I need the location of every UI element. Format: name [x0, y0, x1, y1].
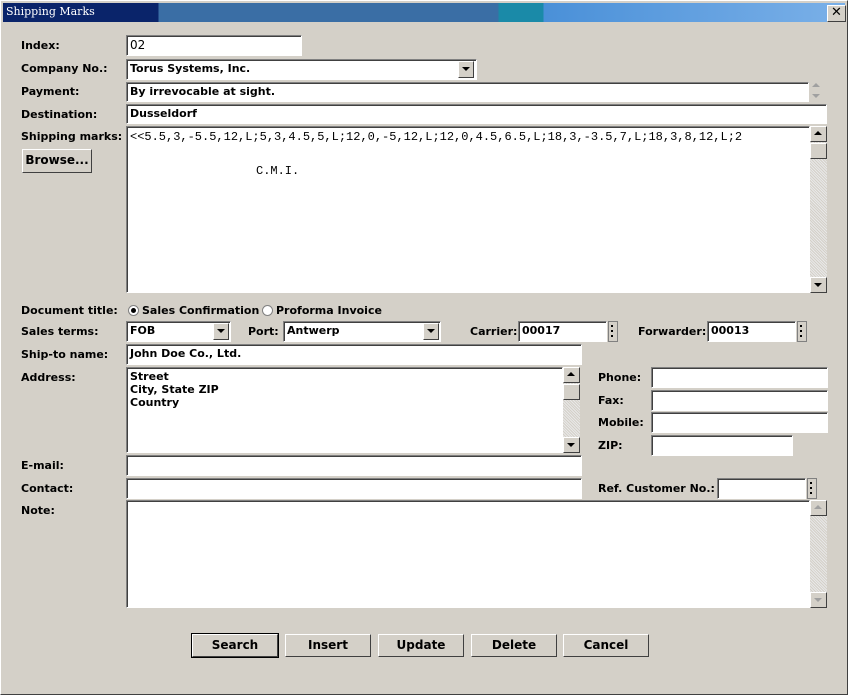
- scroll-up-icon: [814, 505, 822, 509]
- payment-scrollbar[interactable]: [809, 82, 826, 102]
- contact-label: Contact:: [21, 482, 74, 495]
- mobile-label: Mobile:: [598, 416, 644, 429]
- radio-selected-dot: [131, 308, 136, 313]
- sales-confirmation-radio[interactable]: [128, 305, 139, 316]
- ref-customer-no-label: Ref. Customer No.:: [598, 482, 715, 495]
- carrier-input[interactable]: 00017: [518, 321, 607, 342]
- port-select[interactable]: Antwerp: [283, 321, 441, 342]
- forwarder-label: Forwarder:: [638, 325, 707, 338]
- scroll-down-icon: [814, 283, 822, 287]
- index-label: Index:: [21, 39, 60, 52]
- spin-down-icon: [611, 335, 613, 337]
- close-button[interactable]: ✕: [827, 5, 846, 22]
- scroll-down-icon: [812, 94, 820, 98]
- sales-confirmation-label[interactable]: Sales Confirmation: [142, 304, 259, 317]
- port-dropdown-button[interactable]: [423, 323, 439, 340]
- carrier-spin-button[interactable]: [608, 321, 618, 342]
- ship-to-name-label: Ship-to name:: [21, 348, 109, 361]
- scroll-up-icon: [814, 131, 822, 135]
- email-label: E-mail:: [21, 459, 64, 472]
- address-line-3: Country: [130, 396, 180, 409]
- shipping-marks-label: Shipping marks:: [21, 130, 123, 143]
- ship-to-name-input[interactable]: John Doe Co., Ltd.: [126, 344, 582, 365]
- insert-button[interactable]: Insert: [285, 634, 371, 657]
- shipping-marks-scrollbar[interactable]: [810, 126, 827, 293]
- address-line-2: City, State ZIP: [130, 383, 219, 396]
- spin-down-icon: [800, 335, 802, 337]
- phone-label: Phone:: [598, 371, 642, 384]
- ref-customer-no-input[interactable]: [717, 478, 806, 499]
- update-button[interactable]: Update: [378, 634, 464, 657]
- window-title: Shipping Marks: [6, 5, 95, 18]
- cancel-button[interactable]: Cancel: [563, 634, 649, 657]
- document-title-label: Document title:: [21, 304, 118, 317]
- title-bar[interactable]: Shipping Marks ✕: [3, 3, 846, 22]
- note-textarea[interactable]: [126, 500, 810, 608]
- destination-input[interactable]: Dusseldorf: [126, 104, 827, 124]
- mobile-input[interactable]: [651, 412, 828, 433]
- address-scrollbar[interactable]: [563, 367, 580, 453]
- chevron-down-icon: [427, 329, 435, 333]
- scroll-up-button[interactable]: [563, 367, 580, 383]
- address-textarea[interactable]: Street City, State ZIP Country: [126, 367, 563, 453]
- zip-label: ZIP:: [598, 439, 623, 452]
- chevron-down-icon: [217, 329, 225, 333]
- delete-button[interactable]: Delete: [471, 634, 557, 657]
- spin-dot-icon: [611, 330, 613, 332]
- carrier-label: Carrier:: [470, 325, 518, 338]
- shipping-marks-textarea[interactable]: <<5.5,3,-5.5,12,L;5,3,4.5,5,L;12,0,-5,12…: [126, 126, 810, 293]
- scroll-down-button[interactable]: [810, 277, 827, 293]
- address-line-1: Street: [130, 370, 169, 383]
- shipping-marks-line-1: <<5.5,3,-5.5,12,L;5,3,4.5,5,L;12,0,-5,12…: [130, 130, 743, 144]
- scroll-down-button[interactable]: [563, 437, 580, 453]
- scroll-up-icon: [812, 83, 820, 87]
- spin-down-icon: [810, 492, 812, 494]
- contact-input[interactable]: [126, 478, 582, 499]
- zip-input[interactable]: [651, 435, 793, 456]
- payment-label: Payment:: [21, 85, 80, 98]
- company-no-dropdown-button[interactable]: [458, 61, 474, 78]
- sales-terms-label: Sales terms:: [21, 325, 99, 338]
- shipping-marks-dialog: Shipping Marks ✕ Index: 02 Company No.: …: [0, 0, 848, 695]
- company-no-select[interactable]: Torus Systems, Inc.: [126, 59, 477, 80]
- payment-input[interactable]: By irrevocable at sight.: [126, 82, 809, 102]
- email-input[interactable]: [126, 455, 582, 476]
- scroll-up-icon: [567, 372, 575, 376]
- forwarder-spin-button[interactable]: [797, 321, 807, 342]
- chevron-down-icon: [462, 67, 470, 71]
- scroll-thumb[interactable]: [563, 384, 580, 400]
- address-label: Address:: [21, 371, 76, 384]
- sales-terms-dropdown-button[interactable]: [213, 323, 229, 340]
- spin-up-icon: [800, 325, 802, 327]
- browse-button[interactable]: Browse...: [22, 149, 92, 173]
- search-button[interactable]: Search: [191, 633, 279, 658]
- ref-customer-no-spin-button[interactable]: [807, 478, 817, 499]
- scroll-down-icon: [567, 443, 575, 447]
- note-label: Note:: [21, 504, 55, 517]
- scroll-up-button[interactable]: [810, 126, 827, 142]
- scroll-down-button[interactable]: [810, 592, 827, 608]
- proforma-invoice-label[interactable]: Proforma Invoice: [276, 304, 382, 317]
- port-label: Port:: [248, 325, 279, 338]
- fax-input[interactable]: [651, 390, 828, 411]
- scroll-thumb[interactable]: [810, 143, 827, 159]
- company-no-label: Company No.:: [21, 62, 108, 75]
- spin-up-icon: [611, 325, 613, 327]
- note-scrollbar[interactable]: [810, 500, 827, 608]
- shipping-marks-line-2: C.M.I.: [256, 164, 300, 178]
- spin-up-icon: [810, 482, 812, 484]
- phone-input[interactable]: [651, 367, 828, 388]
- proforma-invoice-radio[interactable]: [262, 305, 273, 316]
- scroll-up-button[interactable]: [810, 500, 827, 516]
- fax-label: Fax:: [598, 394, 624, 407]
- spin-dot-icon: [800, 330, 802, 332]
- destination-label: Destination:: [21, 108, 98, 121]
- forwarder-input[interactable]: 00013: [707, 321, 796, 342]
- spin-dot-icon: [810, 487, 812, 489]
- index-input[interactable]: 02: [126, 35, 302, 56]
- scroll-down-icon: [814, 598, 822, 602]
